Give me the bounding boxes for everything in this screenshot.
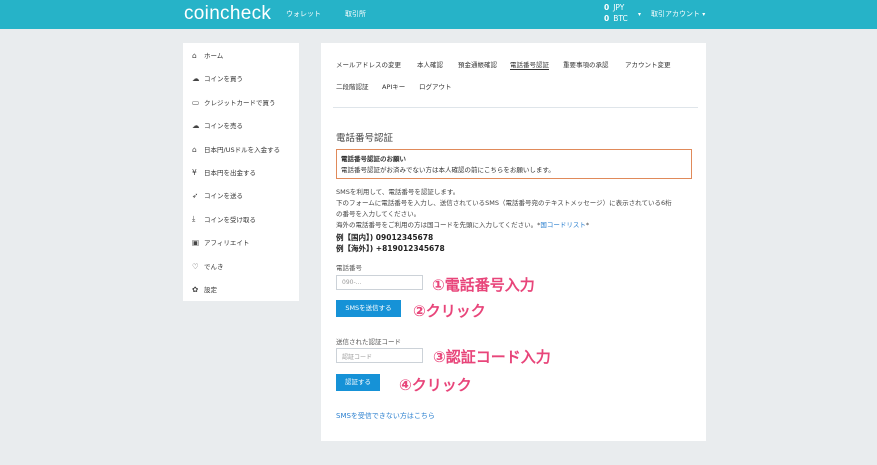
sidebar-item-home[interactable]: ⌂ ホーム <box>192 48 223 62</box>
description-line: SMSを利用して、電話番号を認証します。 <box>336 188 460 196</box>
tab-api-key[interactable]: APIキー <box>382 81 405 91</box>
code-label: 送信された認証コード <box>336 338 401 346</box>
yen-icon: ¥ <box>192 167 197 177</box>
credit-card-icon: ▭ <box>192 97 200 107</box>
nav-exchange[interactable]: 取引所 <box>345 9 366 19</box>
page-title: 電話番号認証 <box>336 133 394 144</box>
tab-bankbook-verification[interactable]: 預金通帳確認 <box>458 59 497 69</box>
bank-icon: ⌂ <box>192 144 197 154</box>
gift-icon: ▣ <box>192 237 200 247</box>
notice-body: 電話番号認証がお済みでない方は本人確認の前にこちらをお願いします。 <box>341 166 555 174</box>
tab-account-change[interactable]: アカウント変更 <box>625 59 671 69</box>
tab-logout[interactable]: ログアウト <box>419 81 452 91</box>
cloud-upload-icon: ☁ <box>192 120 200 130</box>
annotation-step3: ③認証コード入力 <box>433 348 551 366</box>
home-icon: ⌂ <box>192 50 197 60</box>
country-code-list-link[interactable]: 国コードリスト <box>540 221 586 229</box>
receive-icon: ⤓ <box>192 214 196 223</box>
send-sms-button[interactable]: SMSを送信する <box>336 300 401 317</box>
tab-email-change[interactable]: メールアドレスの変更 <box>336 59 401 69</box>
description-line: の番号を入力してください。 <box>336 210 421 218</box>
send-icon: ➶ <box>192 190 199 200</box>
sidebar-item-send-coin[interactable]: ➶ コインを送る <box>192 188 243 202</box>
tab-identity-verification[interactable]: 本人確認 <box>417 59 443 69</box>
phone-label: 電話番号 <box>336 264 362 272</box>
cloud-download-icon: ☁ <box>192 73 200 83</box>
sidebar-item-withdraw[interactable]: ¥ 日本円を出金する <box>192 165 256 179</box>
description-line: 下のフォームに電話番号を入力し、送信されているSMS（電話番号宛のテキストメッセ… <box>336 199 672 207</box>
main-panel: メールアドレスの変更 本人確認 預金通帳確認 電話番号認証 重要事項の承認 アカ… <box>321 43 706 441</box>
verify-button[interactable]: 認証する <box>336 374 380 391</box>
annotation-step1: ①電話番号入力 <box>432 276 535 294</box>
sidebar-item-affiliate[interactable]: ▣ アフィリエイト <box>192 235 249 249</box>
sidebar-item-buy-coin[interactable]: ☁ コインを買う <box>192 71 243 85</box>
nav-wallet[interactable]: ウォレット <box>286 9 321 19</box>
account-menu[interactable]: 取引アカウント ▾ <box>651 9 705 19</box>
example-domestic: 例【国内】) 09012345678 <box>336 233 434 242</box>
tabs-divider <box>333 107 698 108</box>
sidebar-item-sell-coin[interactable]: ☁ コインを売る <box>192 118 243 132</box>
phone-number-input[interactable]: 090-... <box>336 275 423 290</box>
sidebar-item-denki[interactable]: ♡ でんき <box>192 259 224 273</box>
sidebar-item-receive-coin[interactable]: ⤓ コインを受け取る <box>192 212 256 226</box>
sidebar: ⌂ ホーム ☁ コインを買う ▭ クレジットカードで買う ☁ コインを売る ⌂ 日本円/U… <box>183 43 299 301</box>
tab-important-terms[interactable]: 重要事項の承認 <box>563 59 609 69</box>
sidebar-item-deposit[interactable]: ⌂ 日本円/USドルを入金する <box>192 142 280 156</box>
no-sms-link[interactable]: SMSを受信できない方はこちら <box>336 411 435 421</box>
notice-box: 電話番号認証のお願い 電話番号認証がお済みでない方は本人確認の前にこちらをお願い… <box>336 149 692 179</box>
account-chevron-down-icon: ▾ <box>702 11 706 18</box>
balance-chevron-down-icon[interactable]: ▾ <box>638 11 641 18</box>
annotation-step2: ②クリック <box>413 302 486 320</box>
top-navbar: coincheck ウォレット 取引所 0 JPY 0 BTC ▾ 取引アカウント … <box>0 0 877 29</box>
sidebar-item-settings[interactable]: ✿ 設定 <box>192 282 217 296</box>
tab-phone-verification[interactable]: 電話番号認証 <box>510 59 549 70</box>
notice-heading: 電話番号認証のお願い <box>341 155 406 163</box>
verification-code-input[interactable]: 認証コード <box>336 348 423 363</box>
balance-btc: 0 BTC <box>604 14 628 23</box>
annotation-step4: ④クリック <box>399 376 472 394</box>
example-overseas: 例【海外】) +819012345678 <box>336 244 445 253</box>
description-line-country-code: 海外の電話番号をご利用の方は国コードを先頭に入力してください。*国コードリスト* <box>336 221 590 229</box>
bulb-icon: ♡ <box>192 261 199 271</box>
gear-icon: ✿ <box>192 284 199 294</box>
balance-jpy: 0 JPY <box>604 3 625 12</box>
coincheck-logo[interactable]: coincheck <box>184 3 271 25</box>
sidebar-item-credit-card[interactable]: ▭ クレジットカードで買う <box>192 95 276 109</box>
tab-two-factor[interactable]: 二段階認証 <box>336 81 369 91</box>
